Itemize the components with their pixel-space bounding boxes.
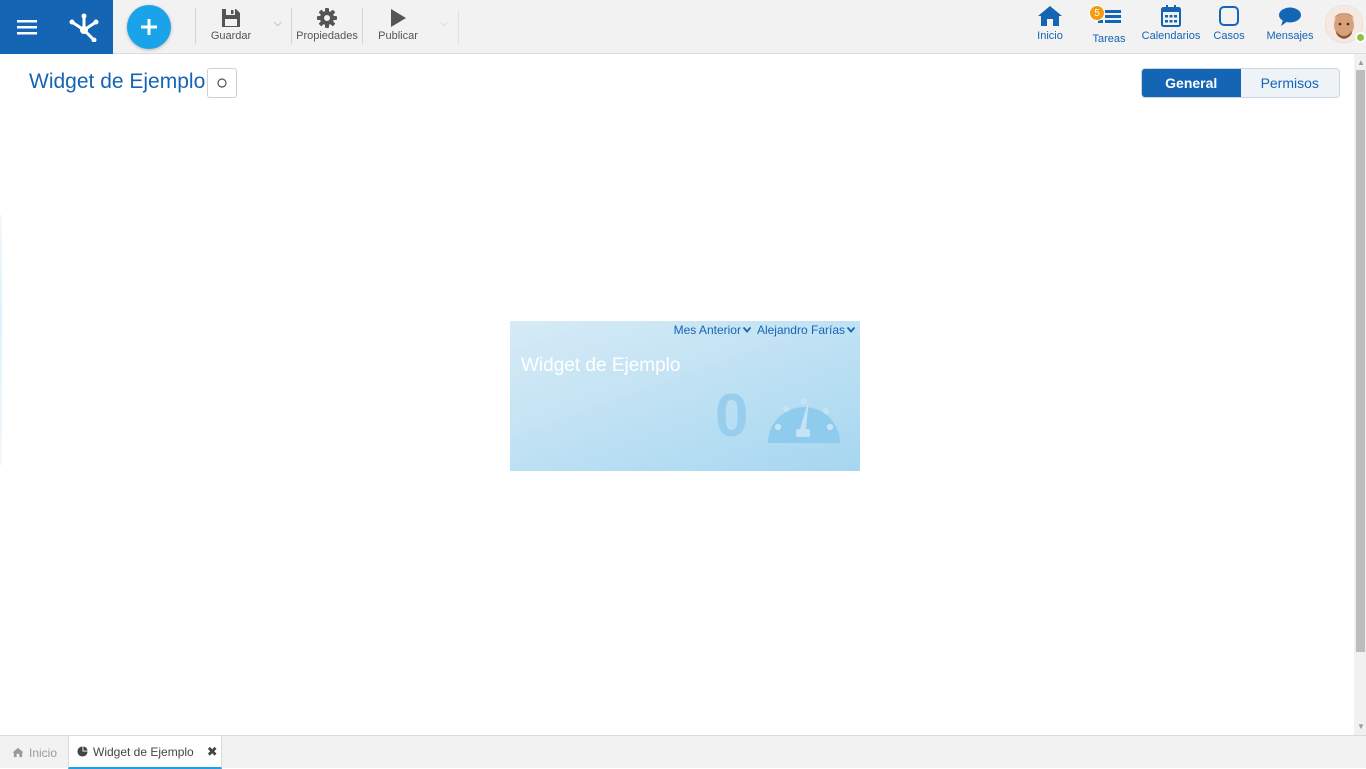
menu-icon [17,20,37,35]
toolbar-divider [195,8,196,44]
nav-mensajes[interactable]: Mensajes [1265,5,1315,49]
close-tab-icon[interactable]: ✖ [207,744,218,760]
period-filter-dropdown[interactable]: Mes Anterior [674,323,751,337]
gear-icon [317,8,337,28]
save-dropdown-chevron-icon[interactable]: ⌵ [274,18,282,29]
tab-permisos[interactable]: Permisos [1240,69,1339,97]
nav-inicio[interactable]: Inicio [1035,5,1065,49]
add-button[interactable] [127,5,171,49]
tab-general[interactable]: General [1142,69,1241,97]
period-filter-label: Mes Anterior [673,323,741,337]
online-status-indicator [1355,32,1366,43]
chevron-down-icon [847,327,855,333]
properties-button[interactable]: Propiedades [295,8,359,48]
save-label: Guardar [210,30,252,42]
scrollbar-thumb[interactable] [1356,70,1365,652]
toolbar-empty-area [458,10,1028,44]
page-title: Widget de Ejemplo [29,70,206,93]
scroll-down-arrow-icon[interactable]: ▼ [1357,722,1365,731]
properties-label: Propiedades [296,30,358,42]
user-filter-dropdown[interactable]: Alejandro Farías [757,323,855,337]
widget-title: Widget de Ejemplo [521,355,681,376]
chat-bubble-icon [1279,7,1301,26]
logo-icon [69,13,98,42]
hamburger-menu-button[interactable] [0,0,54,54]
widget-filters: Mes Anterior Alejandro Farías [674,323,855,337]
nav-tareas[interactable]: 5 Tareas [1089,5,1127,49]
bottom-tab-inicio-label: Inicio [29,745,58,760]
home-icon [12,747,24,758]
bottom-tab-widget[interactable]: Widget de Ejemplo ✖ [68,736,222,769]
floppy-disk-icon [222,9,240,27]
publish-button[interactable]: Publicar [376,8,420,48]
pie-chart-icon [77,746,88,757]
nav-casos-label: Casos [1213,30,1245,42]
nav-calendarios[interactable]: Calendarios [1141,5,1201,49]
bottom-tab-inicio[interactable]: Inicio [12,736,57,769]
chevron-down-icon [742,327,751,333]
toolbar-divider [291,8,292,44]
nav-mensajes-label: Mensajes [1266,30,1314,42]
scroll-up-arrow-icon[interactable]: ▲ [1357,58,1365,67]
bottom-tab-widget-label: Widget de Ejemplo [93,744,194,759]
circle-icon [217,78,227,88]
save-button[interactable]: Guardar [210,8,252,48]
nav-tareas-label: Tareas [1092,33,1126,45]
tasks-count-badge: 5 [1089,5,1105,21]
plus-icon [141,19,157,35]
nav-inicio-label: Inicio [1037,30,1063,42]
app-logo-button[interactable] [54,0,113,54]
nav-calendarios-label: Calendarios [1141,30,1201,42]
bottom-tab-bar: Inicio Widget de Ejemplo ✖ [0,735,1366,769]
nav-casos[interactable]: Casos [1213,5,1245,49]
gauge-icon [768,397,840,443]
publish-dropdown-chevron-icon[interactable]: ⌵ [440,18,448,29]
sample-widget[interactable]: Mes Anterior Alejandro Farías Widget de … [510,321,860,471]
top-toolbar: Guardar ⌵ Propiedades Publicar ⌵ Inicio … [0,0,1366,54]
home-icon [1038,6,1062,26]
left-edge-decoration [0,215,2,465]
toolbar-divider [362,8,363,44]
cases-icon [1219,6,1239,26]
publish-label: Publicar [378,30,418,42]
status-toggle-button[interactable] [207,68,237,98]
calendar-icon [1161,5,1181,27]
play-icon [391,9,406,27]
widget-value: 0 [715,382,749,449]
page-tabs: General Permisos [1141,68,1340,98]
user-filter-label: Alejandro Farías [756,323,845,337]
